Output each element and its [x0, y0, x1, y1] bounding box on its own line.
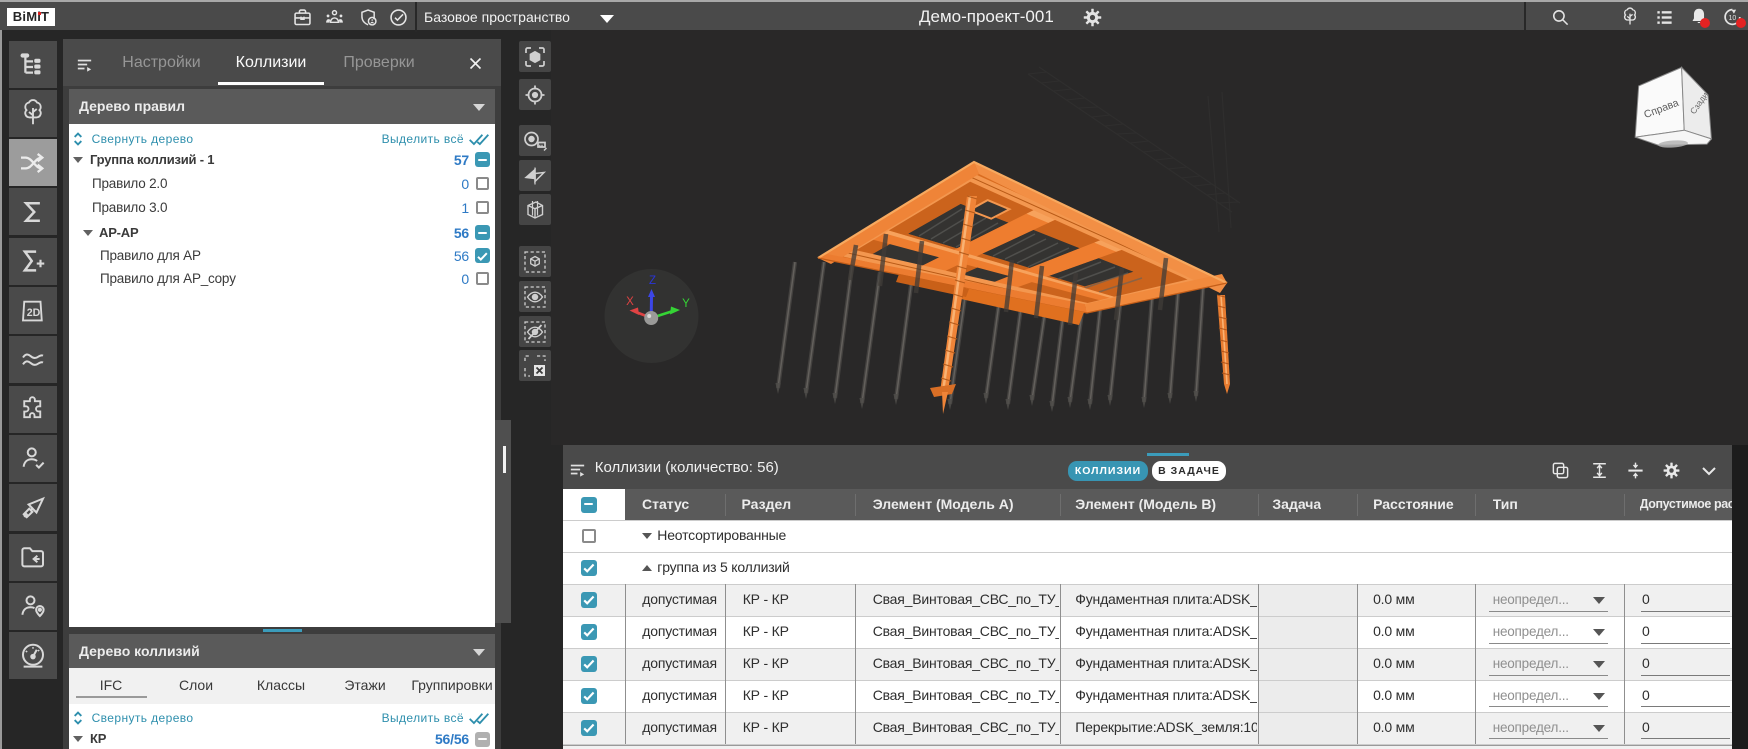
svg-text:X: X	[626, 296, 634, 308]
svg-text:Y: Y	[682, 298, 690, 310]
svg-text:Z: Z	[649, 275, 656, 287]
svg-text:10: 10	[1729, 15, 1737, 22]
svg-text:2D: 2D	[27, 307, 41, 319]
